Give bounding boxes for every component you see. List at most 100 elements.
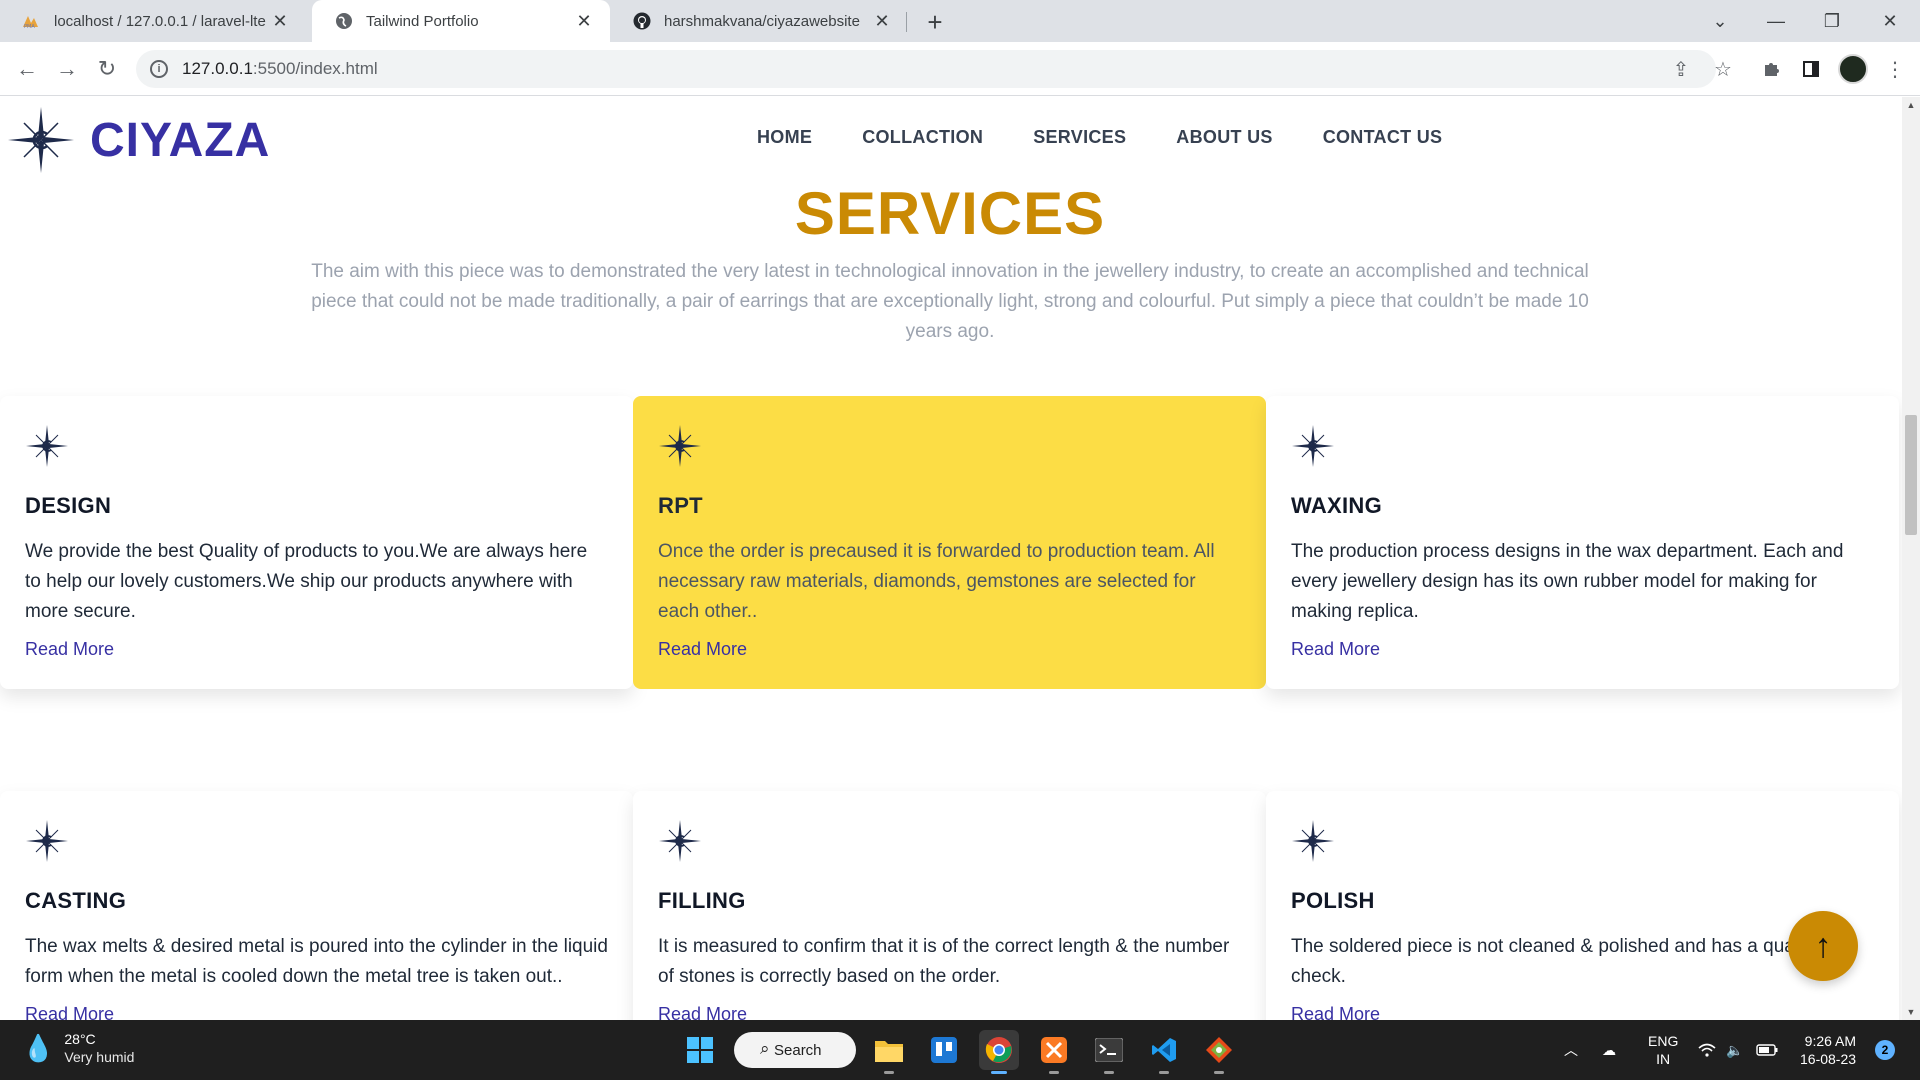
site-info-icon[interactable]: i: [150, 60, 168, 78]
humidity-drop-icon: 💧: [22, 1032, 55, 1063]
github-icon: [632, 11, 652, 31]
weather-widget[interactable]: 💧 28°C Very humid: [22, 1030, 134, 1066]
forward-arrow-icon[interactable]: →: [50, 52, 84, 86]
service-card-polish: POLISH The soldered piece is not cleaned…: [1266, 791, 1899, 1020]
nav-home[interactable]: HOME: [757, 127, 812, 148]
svg-text:PMA: PMA: [24, 24, 35, 29]
scroll-down-arrow-icon[interactable]: ▼: [1902, 1004, 1920, 1020]
menu-kebab-icon[interactable]: ⋮: [1880, 54, 1910, 84]
service-card-title: WAXING: [1291, 493, 1383, 518]
tab-separator: [906, 12, 907, 32]
compass-star-icon: [1292, 425, 1334, 467]
bookmark-star-icon[interactable]: ☆: [1708, 54, 1738, 84]
tab-title: harshmakvana/ciyazawebsite: [664, 12, 860, 30]
service-card-title: RPT: [658, 493, 703, 518]
site-logo-text: CIYAZA: [90, 113, 271, 167]
service-card-casting: CASTING The wax melts & desired metal is…: [0, 791, 633, 1020]
tab-github[interactable]: harshmakvana/ciyazawebsite ✕: [610, 0, 908, 42]
url-host: 127.0.0.1: [182, 59, 253, 78]
onedrive-cloud-icon[interactable]: ☁: [1602, 1020, 1616, 1080]
profile-avatar[interactable]: [1838, 54, 1868, 84]
input-language-indicator[interactable]: ENG IN: [1648, 1020, 1678, 1080]
tab-tailwind-portfolio[interactable]: Tailwind Portfolio ✕: [312, 0, 610, 42]
lang-line-1: ENG: [1648, 1033, 1679, 1049]
reload-icon[interactable]: ↻: [90, 52, 124, 86]
service-card-rpt: RPT Once the order is precaused it is fo…: [633, 396, 1266, 689]
read-more-link[interactable]: Read More: [25, 639, 114, 660]
volume-icon[interactable]: 🔈: [1726, 1020, 1743, 1080]
browser-toolbar: ← → ↻ i 127.0.0.1:5500/index.html ⇪ ☆ ⋮: [0, 42, 1920, 96]
xampp-icon[interactable]: [1034, 1030, 1074, 1074]
read-more-link[interactable]: Read More: [25, 1004, 114, 1020]
minimize-button[interactable]: —: [1748, 0, 1804, 42]
vscode-icon[interactable]: [1144, 1030, 1184, 1074]
service-card-title: FILLING: [658, 888, 746, 913]
tab-search-chevron-icon[interactable]: ⌄: [1692, 0, 1748, 42]
page-scrollbar[interactable]: ▲ ▼: [1902, 97, 1920, 1020]
service-card-title: POLISH: [1291, 888, 1375, 913]
read-more-link[interactable]: Read More: [658, 639, 747, 660]
compass-star-icon: [659, 425, 701, 467]
nav-about-us[interactable]: ABOUT US: [1176, 127, 1272, 148]
nav-services[interactable]: SERVICES: [1033, 127, 1126, 148]
service-card-filling: FILLING It is measured to confirm that i…: [633, 791, 1266, 1020]
service-card-text: The production process designs in the wa…: [1291, 541, 1844, 622]
nav-collaction[interactable]: COLLACTION: [862, 127, 983, 148]
address-bar[interactable]: i 127.0.0.1:5500/index.html: [136, 50, 1716, 88]
tab-phpmyadmin[interactable]: PMA localhost / 127.0.0.1 / laravel-lte …: [0, 0, 306, 42]
new-tab-button[interactable]: +: [920, 7, 950, 37]
service-card-text: We provide the best Quality of products …: [25, 541, 588, 622]
battery-icon[interactable]: [1756, 1020, 1778, 1080]
nav-contact-us[interactable]: CONTACT US: [1323, 127, 1443, 148]
service-card-waxing: WAXING The production process designs in…: [1266, 396, 1899, 689]
restore-button[interactable]: ❐: [1804, 0, 1860, 42]
services-description: The aim with this piece was to demonstra…: [311, 261, 1589, 342]
close-window-button[interactable]: ✕: [1862, 0, 1918, 42]
share-icon[interactable]: ⇪: [1666, 54, 1696, 84]
wifi-icon[interactable]: [1698, 1020, 1716, 1080]
service-card-text: The soldered piece is not cleaned & poli…: [1291, 936, 1819, 987]
taskbar-clock[interactable]: 9:26 AM 16-08-23: [1800, 1032, 1856, 1068]
lang-line-2: IN: [1656, 1051, 1671, 1067]
terminal-icon[interactable]: [1089, 1030, 1129, 1074]
read-more-link[interactable]: Read More: [1291, 639, 1380, 660]
main-nav: HOME COLLACTION SERVICES ABOUT US CONTAC…: [757, 127, 1442, 148]
read-more-link[interactable]: Read More: [658, 1004, 747, 1020]
trello-icon[interactable]: [924, 1030, 964, 1070]
service-card-title: DESIGN: [25, 493, 112, 518]
taskbar-search-label: Search: [774, 1041, 822, 1059]
extensions-puzzle-icon[interactable]: [1756, 54, 1786, 84]
read-more-link[interactable]: Read More: [1291, 1004, 1380, 1020]
service-card-text: The wax melts & desired metal is poured …: [25, 936, 608, 987]
windows-start-icon[interactable]: [680, 1030, 720, 1070]
git-app-icon[interactable]: [1199, 1030, 1239, 1074]
scrollbar-thumb[interactable]: [1905, 415, 1917, 535]
url-path: :5500/index.html: [252, 59, 378, 78]
site-logo[interactable]: CIYAZA: [6, 105, 270, 175]
site-header: CIYAZA HOME COLLACTION SERVICES ABOUT US…: [0, 97, 1900, 177]
weather-temp: 28°C: [64, 1031, 96, 1047]
close-tab-icon[interactable]: ✕: [268, 9, 292, 33]
clock-date: 16-08-23: [1800, 1051, 1857, 1067]
tray-overflow-chevron-icon[interactable]: ︿: [1564, 1020, 1578, 1080]
compass-star-icon: [26, 820, 68, 862]
page-viewport: CIYAZA HOME COLLACTION SERVICES ABOUT US…: [0, 97, 1920, 1020]
close-tab-icon[interactable]: ✕: [572, 9, 596, 33]
side-panel-icon[interactable]: [1796, 54, 1826, 84]
scroll-up-arrow-icon[interactable]: ▲: [1902, 97, 1920, 113]
chrome-icon[interactable]: [979, 1030, 1019, 1074]
service-card-text: Once the order is precaused it is forwar…: [658, 541, 1215, 622]
back-arrow-icon[interactable]: ←: [10, 52, 44, 86]
weather-desc: Very humid: [64, 1049, 135, 1065]
taskbar-search-button[interactable]: ⌕ Search: [734, 1032, 856, 1068]
globe-icon: [334, 11, 354, 31]
scroll-to-top-button[interactable]: ↑: [1788, 911, 1858, 981]
compass-star-icon: [1292, 820, 1334, 862]
service-card-text: It is measured to confirm that it is of …: [658, 936, 1230, 987]
notification-badge[interactable]: 2: [1875, 1040, 1895, 1060]
close-tab-icon[interactable]: ✕: [870, 9, 894, 33]
windows-taskbar: 💧 28°C Very humid ⌕ Search ︿ ☁ ENG IN �: [0, 1020, 1920, 1080]
compass-star-icon: [659, 820, 701, 862]
service-card-design: DESIGN We provide the best Quality of pr…: [0, 396, 633, 689]
file-explorer-icon[interactable]: [869, 1030, 909, 1074]
